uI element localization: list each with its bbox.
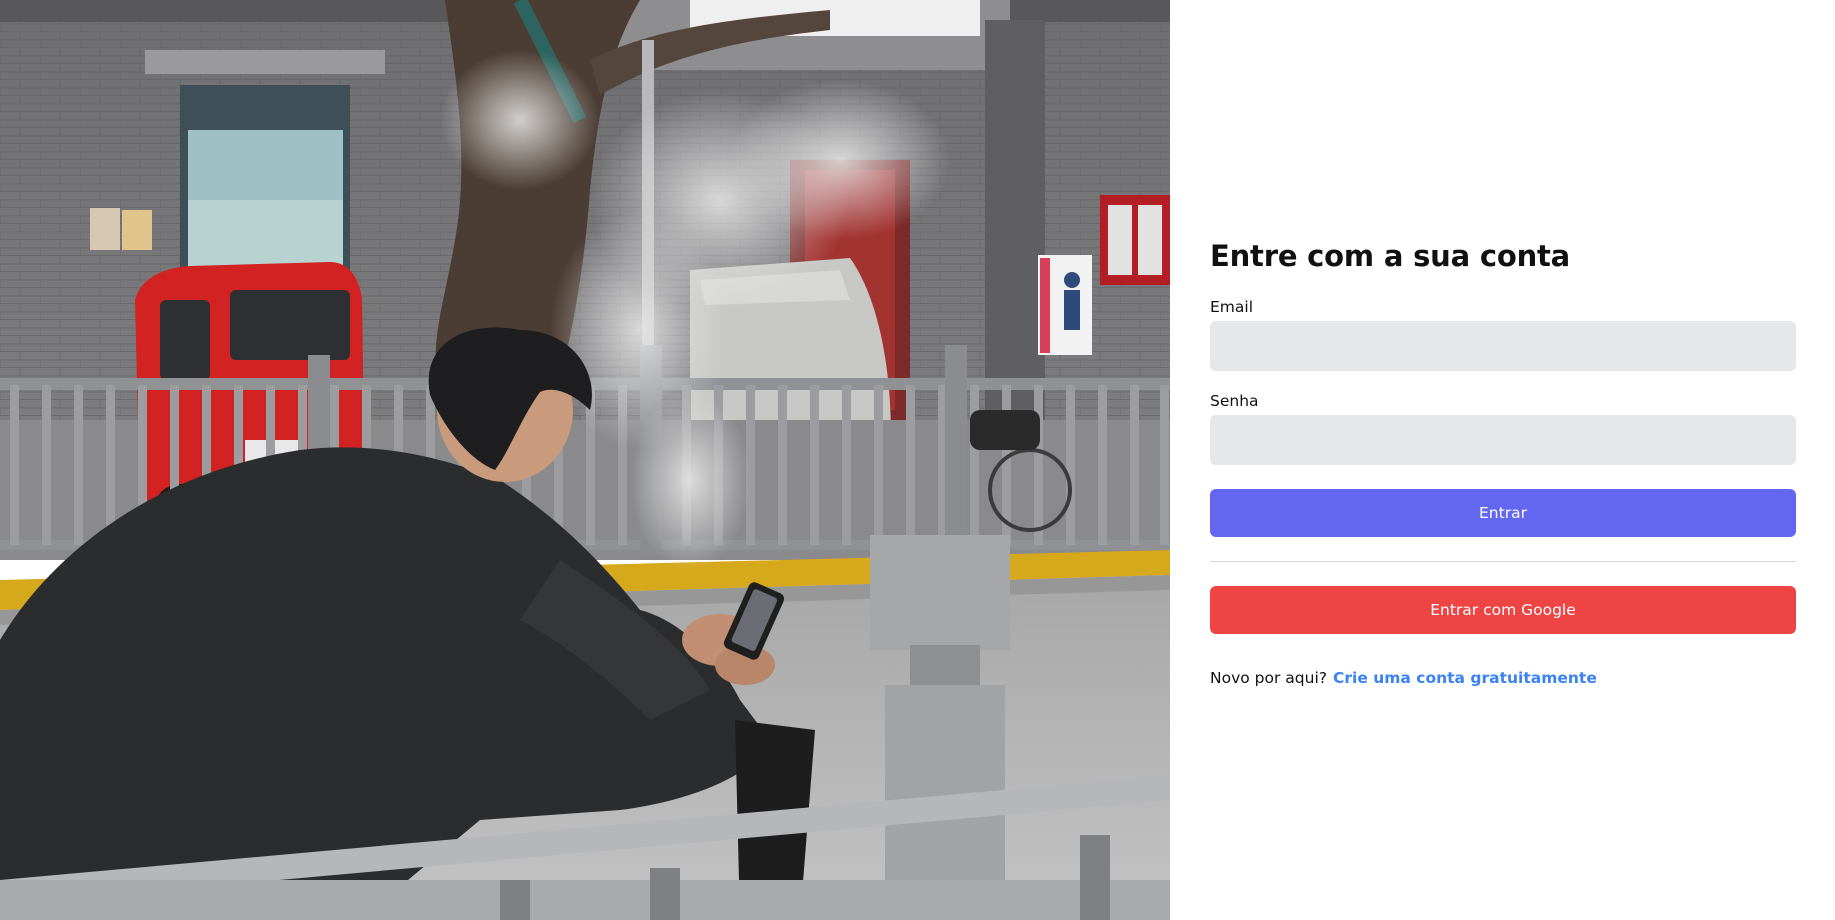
- google-login-button[interactable]: Entrar com Google: [1210, 586, 1796, 634]
- signup-row: Novo por aqui? Crie uma conta gratuitamen…: [1210, 668, 1796, 688]
- street-photo-illustration: [0, 0, 1170, 920]
- signup-prompt: Novo por aqui?: [1210, 669, 1327, 687]
- login-panel: Entre com a sua conta Email Senha Entrar…: [1170, 0, 1835, 920]
- form-title: Entre com a sua conta: [1210, 239, 1571, 273]
- password-input[interactable]: [1210, 415, 1796, 465]
- password-label: Senha: [1210, 392, 1259, 410]
- login-page: Entre com a sua conta Email Senha Entrar…: [0, 0, 1835, 920]
- divider: [1210, 561, 1796, 562]
- login-form: Entre com a sua conta Email Senha Entrar…: [1210, 235, 1796, 688]
- email-label: Email: [1210, 298, 1254, 316]
- hero-photo: [0, 0, 1170, 920]
- email-input[interactable]: [1210, 321, 1796, 371]
- signup-link[interactable]: Crie uma conta gratuitamente: [1333, 669, 1597, 687]
- login-button[interactable]: Entrar: [1210, 489, 1796, 537]
